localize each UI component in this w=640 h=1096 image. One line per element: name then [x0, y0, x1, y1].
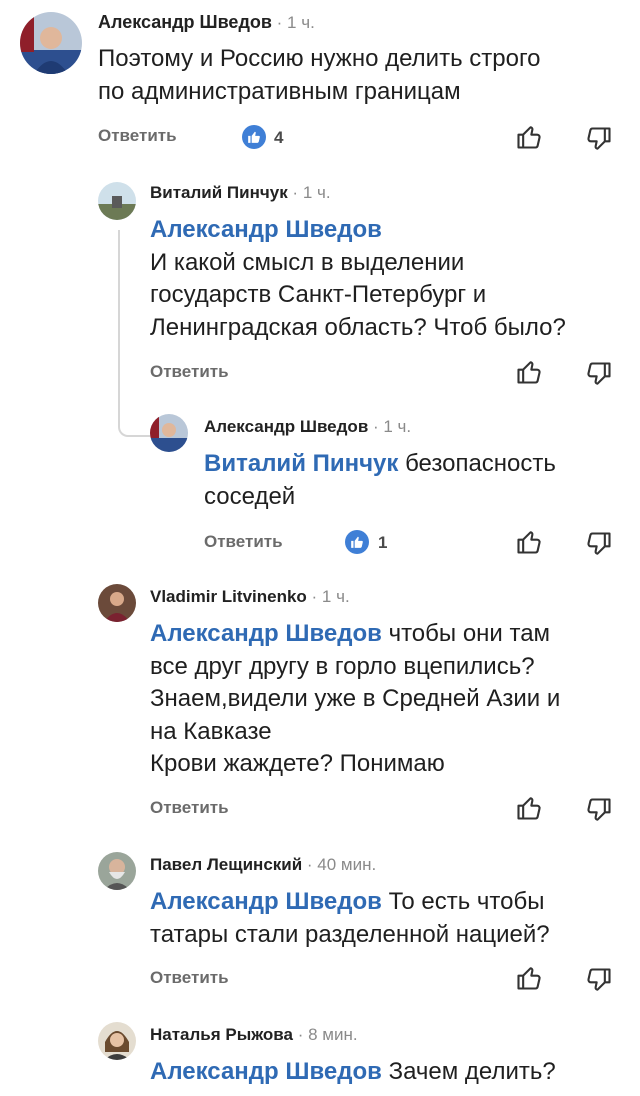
separator: · — [368, 417, 384, 436]
comment-time: 40 мин. — [317, 855, 377, 874]
reply-button[interactable]: Ответить — [204, 532, 283, 552]
separator: · — [302, 855, 318, 874]
comment-time: 1 ч. — [302, 183, 331, 202]
comment-line: Ленинградская область? Чтоб было? — [150, 313, 566, 341]
comment-text: Александр Шведов чтобы они там все друг … — [150, 618, 630, 781]
comment: Александр Шведов · 1 ч. Виталий Пинчук б… — [0, 400, 640, 572]
comment-author[interactable]: Павел Лещинский — [150, 855, 302, 874]
comment-text: Поэтому и Россию нужно делить строго по … — [98, 43, 618, 108]
avatar[interactable] — [98, 182, 136, 220]
comment-line: То есть чтобы — [381, 888, 545, 915]
comment-time: 1 ч. — [383, 417, 412, 436]
mention-link[interactable]: Александр Шведов — [150, 1058, 382, 1085]
comment-time: 1 ч. — [287, 13, 315, 32]
thumb-down-icon[interactable] — [585, 125, 613, 158]
comment-line: Знаем,видели уже в Средней Азии и — [150, 685, 561, 712]
comment-line: чтобы они там — [381, 620, 551, 647]
mention-link[interactable]: Александр Шведов — [150, 216, 382, 243]
comment: Александр Шведов · 1 ч. Поэтому и Россию… — [0, 0, 640, 170]
thumb-up-icon[interactable] — [515, 358, 543, 391]
separator: · — [271, 13, 288, 32]
avatar[interactable] — [98, 584, 136, 622]
comment-line: соседей — [204, 482, 296, 510]
reply-button[interactable]: Ответить — [150, 362, 229, 382]
thumb-down-icon[interactable] — [585, 966, 613, 999]
comment-text: Виталий Пинчук безопасность соседей — [204, 448, 624, 513]
avatar[interactable] — [20, 12, 82, 74]
mention-link[interactable]: Виталий Пинчук — [204, 450, 398, 477]
mention-link[interactable]: Александр Шведов — [150, 620, 382, 647]
comment: Vladimir Litvinenko · 1 ч. Александр Шве… — [0, 572, 640, 840]
reply-button[interactable]: Ответить — [98, 126, 177, 146]
likes-count: 4 — [274, 128, 284, 147]
comment-time: 1 ч. — [321, 587, 350, 606]
comment-author[interactable]: Vladimir Litvinenko — [150, 587, 307, 606]
thumb-up-icon[interactable] — [515, 794, 543, 827]
thumb-down-icon[interactable] — [585, 530, 613, 563]
reply-button[interactable]: Ответить — [150, 798, 229, 818]
comment-line: государств Санкт-Петербург и — [150, 281, 487, 308]
thumb-up-filled-icon — [242, 125, 266, 149]
avatar[interactable] — [150, 414, 188, 452]
reply-button[interactable]: Ответить — [150, 968, 229, 988]
thumb-up-filled-icon — [345, 530, 369, 554]
comment-line: И какой смысл в выделении — [150, 248, 465, 276]
comment-author[interactable]: Наталья Рыжова — [150, 1025, 293, 1044]
thumb-up-icon[interactable] — [515, 123, 543, 156]
comment-line: Зачем делить? — [381, 1058, 556, 1085]
avatar[interactable] — [98, 1022, 136, 1060]
thumb-up-icon[interactable] — [515, 964, 543, 997]
comment-author[interactable]: Александр Шведов — [98, 12, 272, 32]
comment-time: 8 мин. — [308, 1025, 358, 1044]
comment: Павел Лещинский · 40 мин. Александр Швед… — [0, 840, 640, 1010]
separator: · — [287, 183, 303, 202]
mention-link[interactable]: Александр Шведов — [150, 888, 382, 915]
comment-text: Александр Шведов И какой смысл в выделен… — [150, 214, 630, 344]
comment-line: безопасность — [398, 450, 556, 477]
separator: · — [292, 1025, 309, 1044]
comment-author[interactable]: Александр Шведов — [204, 417, 368, 436]
comment-line: Поэтому и Россию нужно делить строго — [98, 45, 541, 72]
comment-line: на Кавказе — [150, 717, 272, 745]
thumb-down-icon[interactable] — [585, 360, 613, 393]
comment-line: по административным границам — [98, 77, 461, 105]
comment: Виталий Пинчук · 1 ч. Александр Шведов И… — [0, 170, 640, 400]
comment-text: Александр Шведов Зачем делить? — [150, 1056, 630, 1089]
comment: Наталья Рыжова · 8 мин. Александр Шведов… — [0, 1010, 640, 1096]
thumb-down-icon[interactable] — [585, 796, 613, 829]
likes-count: 1 — [378, 533, 388, 552]
comment-author[interactable]: Виталий Пинчук — [150, 183, 288, 202]
thumb-up-icon[interactable] — [515, 528, 543, 561]
comment-line: татары стали разделенной нацией? — [150, 920, 550, 948]
separator: · — [306, 587, 322, 606]
comment-line: все друг другу в горло вцепились? — [150, 652, 535, 680]
comment-line: Крови жаждете? Понимаю — [150, 750, 445, 777]
avatar[interactable] — [98, 852, 136, 890]
comment-text: Александр Шведов То есть чтобы татары ст… — [150, 886, 630, 951]
